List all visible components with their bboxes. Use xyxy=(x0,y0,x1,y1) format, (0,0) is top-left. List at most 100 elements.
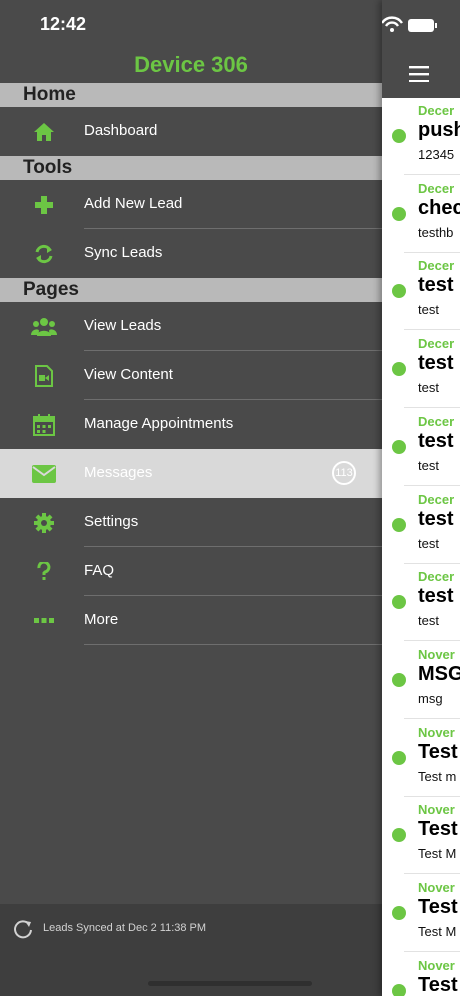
unread-dot-icon xyxy=(392,595,406,610)
message-subject: test xyxy=(418,585,454,608)
message-date: Nover xyxy=(418,802,455,818)
unread-dot-icon xyxy=(392,362,406,377)
message-preview: test xyxy=(418,613,439,629)
message-date: Decer xyxy=(418,569,455,585)
hamburger-menu-icon[interactable] xyxy=(409,66,429,87)
message-row[interactable]: Decer test test xyxy=(382,487,460,564)
gear-icon xyxy=(31,510,57,536)
message-subject: Test xyxy=(418,973,458,996)
ellipsis-icon xyxy=(31,608,57,634)
panel-header xyxy=(382,0,460,98)
message-preview: test xyxy=(418,457,439,473)
status-time: 12:42 xyxy=(40,14,87,34)
messages-panel: Decer push 12345 Decer chec testhb Decer test te… xyxy=(382,0,460,996)
home-indicator[interactable] xyxy=(148,981,312,986)
message-date: Decer xyxy=(418,180,455,196)
question-icon xyxy=(31,559,57,585)
side-drawer: 12:42 Device 306 Home Dashboard Tools Ad… xyxy=(0,0,382,996)
menu-item-faq[interactable]: FAQ xyxy=(0,547,382,596)
message-date: Nover xyxy=(418,957,455,973)
message-row[interactable]: Decer test test xyxy=(382,253,460,331)
unread-dot-icon xyxy=(392,828,406,843)
message-preview: 12345 xyxy=(418,147,455,162)
wifi-icon xyxy=(382,16,403,32)
message-preview: testhb xyxy=(418,224,454,240)
message-subject: chec xyxy=(418,196,460,219)
drawer-title: Device 306 xyxy=(134,52,248,77)
menu-item-label: Settings xyxy=(84,513,139,530)
message-row[interactable]: Nover Test xyxy=(382,953,460,996)
message-date: Nover xyxy=(418,724,455,740)
section-pages: Pages xyxy=(0,278,382,302)
message-preview: Test m xyxy=(418,768,457,784)
unread-dot-icon xyxy=(392,517,406,532)
message-subject: test xyxy=(418,429,454,452)
message-date: Nover xyxy=(418,646,455,662)
sync-status-text: Leads Synced at Dec 2 11:38 PM xyxy=(43,922,207,934)
menu-item-dashboard[interactable]: Dashboard xyxy=(0,107,382,156)
menu-item-label: More xyxy=(84,611,119,628)
message-date: Decer xyxy=(418,103,455,118)
message-row[interactable]: Decer chec testhb xyxy=(382,176,460,253)
message-subject: MSG xyxy=(418,662,460,685)
plus-icon xyxy=(31,192,57,218)
menu-item-label: Sync Leads xyxy=(84,244,163,261)
message-preview: msg xyxy=(418,690,443,706)
section-home: Home xyxy=(0,83,382,107)
menu-item-label: Dashboard xyxy=(84,122,158,139)
message-row[interactable]: Decer push 12345 xyxy=(382,98,460,175)
message-row[interactable]: Decer test test xyxy=(382,409,460,486)
message-date: Decer xyxy=(418,258,455,274)
menu-item-label: View Content xyxy=(84,366,173,383)
status-icons xyxy=(382,16,460,41)
message-preview: Test M xyxy=(418,846,457,862)
message-date: Decer xyxy=(418,491,455,507)
refresh-icon[interactable] xyxy=(12,918,34,945)
menu-item-view-leads[interactable]: View Leads xyxy=(0,302,382,351)
message-subject: Test xyxy=(418,818,458,841)
menu-item-label: View Leads xyxy=(84,317,162,334)
envelope-icon xyxy=(31,461,57,487)
unread-dot-icon xyxy=(392,284,406,299)
battery-icon xyxy=(408,19,437,32)
message-preview: test xyxy=(418,535,439,551)
message-preview: test xyxy=(418,380,439,396)
menu-item-more[interactable]: More xyxy=(0,596,382,645)
menu-item-label: Manage Appointments xyxy=(84,415,234,432)
message-row[interactable]: Nover Test Test M xyxy=(382,797,460,875)
sync-icon xyxy=(31,241,57,267)
message-subject: Test xyxy=(418,740,458,763)
menu-item-messages[interactable]: Messages 113 xyxy=(0,449,382,498)
unread-dot-icon xyxy=(392,129,406,143)
unread-dot-icon xyxy=(392,906,406,920)
menu-item-settings[interactable]: Settings xyxy=(0,498,382,547)
message-subject: test xyxy=(418,507,454,530)
unread-dot-icon xyxy=(392,750,406,765)
video-file-icon xyxy=(31,363,57,389)
message-row[interactable]: Decer test test xyxy=(382,564,460,642)
message-subject: test xyxy=(418,352,454,375)
message-preview: Test M xyxy=(418,924,457,939)
message-date: Decer xyxy=(418,336,455,352)
message-row[interactable]: Nover MSG msg xyxy=(382,642,460,719)
menu-item-sync-leads[interactable]: Sync Leads xyxy=(0,229,382,278)
message-subject: push xyxy=(418,119,460,141)
menu-item-add-new-lead[interactable]: Add New Lead xyxy=(0,180,382,229)
menu-item-view-content[interactable]: View Content xyxy=(0,351,382,400)
unread-count-badge: 113 xyxy=(332,461,356,485)
unread-dot-icon xyxy=(392,206,406,221)
message-row[interactable]: Decer test test xyxy=(382,331,460,409)
unread-dot-icon xyxy=(392,672,406,687)
home-icon xyxy=(31,119,57,145)
menu-item-label: Messages xyxy=(84,464,153,481)
calendar-icon xyxy=(31,412,57,438)
message-row[interactable]: Nover Test Test M xyxy=(382,875,460,952)
menu-item-manage-appointments[interactable]: Manage Appointments xyxy=(0,400,382,449)
message-preview: test xyxy=(418,302,439,318)
unread-dot-icon xyxy=(392,439,406,454)
unread-dot-icon xyxy=(392,983,406,996)
users-icon xyxy=(31,314,57,340)
menu-item-label: Add New Lead xyxy=(84,195,183,212)
message-date: Decer xyxy=(418,413,455,429)
message-row[interactable]: Nover Test Test m xyxy=(382,720,460,797)
